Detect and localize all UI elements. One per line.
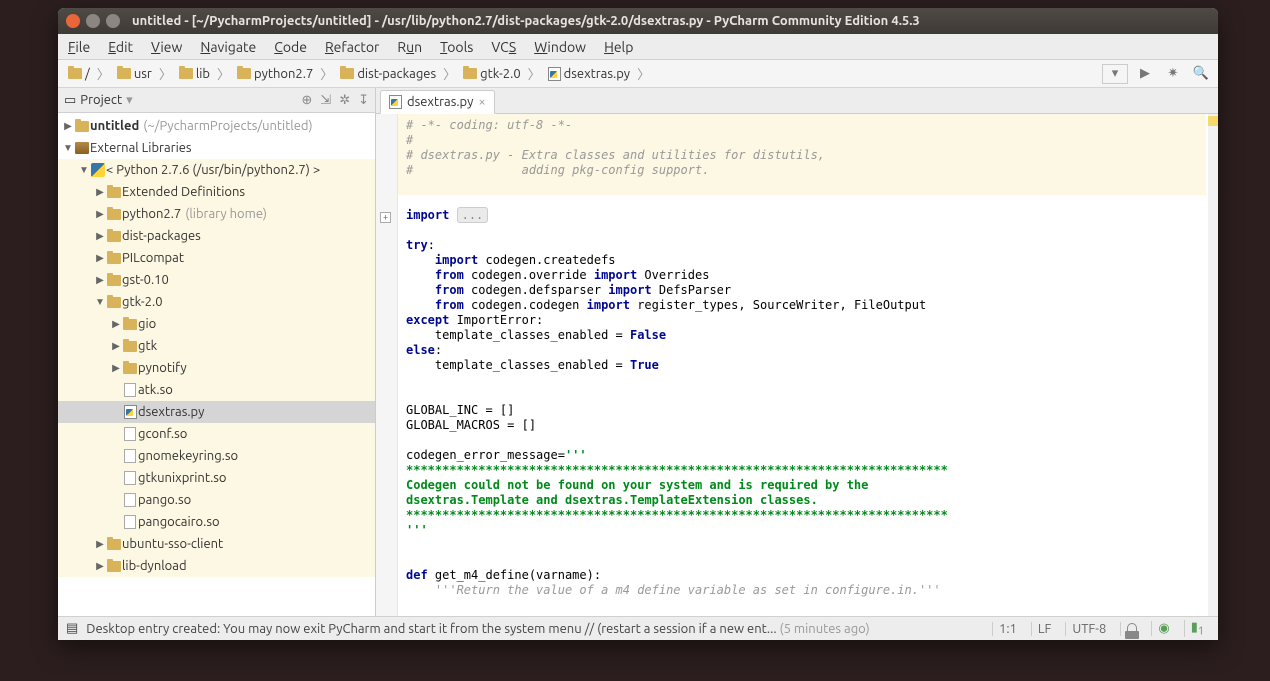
menu-vcs[interactable]: VCS — [491, 39, 516, 55]
code-area[interactable]: # -*- coding: utf-8 -*- # # dsextras.py … — [398, 114, 1218, 602]
tree-file[interactable]: gconf.so — [58, 423, 375, 445]
menu-window[interactable]: Window — [534, 39, 586, 55]
tree-folder[interactable]: dist-packages — [58, 225, 375, 247]
breadcrumb: /〉 usr〉 lib〉 python2.7〉 dist-packages〉 g… — [64, 64, 1102, 83]
statusbar: ▤ Desktop entry created: You may now exi… — [58, 616, 1218, 640]
status-message: Desktop entry created: You may now exit … — [86, 622, 984, 636]
python-file-icon — [389, 95, 402, 109]
editor-tabs: dsextras.py × — [376, 88, 1218, 114]
tree-folder[interactable]: Extended Definitions — [58, 181, 375, 203]
tree-python[interactable]: < Python 2.7.6 (/usr/bin/python2.7) > — [58, 159, 375, 181]
window-close-button[interactable] — [66, 14, 80, 28]
folder-icon — [340, 68, 354, 79]
folder-icon — [463, 68, 477, 79]
app-window: untitled - [~/PycharmProjects/untitled] … — [58, 8, 1218, 640]
bc-file[interactable]: dsextras.py — [544, 65, 634, 83]
tree-folder[interactable]: PILcompat — [58, 247, 375, 269]
bc-gtk[interactable]: gtk-2.0 — [459, 65, 525, 83]
run-config-dropdown[interactable]: ▾ — [1102, 64, 1128, 84]
tree-folder[interactable]: pynotify — [58, 357, 375, 379]
tree-file[interactable]: atk.so — [58, 379, 375, 401]
encoding[interactable]: UTF-8 — [1065, 622, 1112, 636]
tree-folder[interactable]: gtk — [58, 335, 375, 357]
project-icon: ▭ — [64, 93, 76, 108]
scroll-icon[interactable]: ⇲ — [320, 93, 331, 108]
scroll-marker[interactable] — [1208, 114, 1218, 616]
bc-python27[interactable]: python2.7 — [233, 65, 317, 83]
editor-tab[interactable]: dsextras.py × — [380, 90, 495, 114]
folder-icon — [68, 68, 82, 79]
tree-file[interactable]: pangocairo.so — [58, 511, 375, 533]
inspector-icon[interactable]: ◉ — [1151, 621, 1175, 636]
window-title: untitled - [~/PycharmProjects/untitled] … — [132, 14, 920, 28]
menubar: File Edit View Navigate Code Refactor Ru… — [58, 34, 1218, 60]
menu-run[interactable]: Run — [397, 39, 422, 55]
titlebar[interactable]: untitled - [~/PycharmProjects/untitled] … — [58, 8, 1218, 34]
bc-lib[interactable]: lib — [175, 65, 214, 83]
menu-edit[interactable]: Edit — [108, 39, 133, 55]
tree-folder[interactable]: python2.7(library home) — [58, 203, 375, 225]
status-icon[interactable]: ▤ — [66, 621, 78, 636]
tree-folder[interactable]: gst-0.10 — [58, 269, 375, 291]
python-file-icon — [548, 67, 561, 81]
caret-position[interactable]: 1:1 — [992, 622, 1023, 636]
warning-marker[interactable] — [1208, 116, 1218, 126]
menu-code[interactable]: Code — [274, 39, 307, 55]
tree-root[interactable]: untitled(~/PycharmProjects/untitled) — [58, 115, 375, 137]
folder-icon — [117, 68, 131, 79]
bc-dist-packages[interactable]: dist-packages — [336, 65, 440, 83]
tree-file[interactable]: pango.so — [58, 489, 375, 511]
tree-folder[interactable]: ubuntu-sso-client — [58, 533, 375, 555]
menu-file[interactable]: File — [68, 39, 90, 55]
run-button[interactable]: ▶ — [1134, 64, 1156, 84]
hide-icon[interactable]: ↧ — [358, 93, 369, 108]
editor-pane: dsextras.py × + # -*- coding: utf-8 -*- … — [376, 88, 1218, 616]
tree-file[interactable]: gtkunixprint.so — [58, 467, 375, 489]
project-tree[interactable]: untitled(~/PycharmProjects/untitled) Ext… — [58, 113, 375, 616]
menu-view[interactable]: View — [151, 39, 182, 55]
folder-icon — [237, 68, 251, 79]
folder-icon — [179, 68, 193, 79]
menu-help[interactable]: Help — [604, 39, 633, 55]
tab-close-icon[interactable]: × — [478, 95, 485, 109]
tree-folder[interactable]: lib-dynload — [58, 555, 375, 577]
tree-ext-libs[interactable]: External Libraries — [58, 137, 375, 159]
menu-navigate[interactable]: Navigate — [200, 39, 256, 55]
tree-folder-gtk[interactable]: gtk-2.0 — [58, 291, 375, 313]
project-sidebar: ▭ Project ▾ ⊕ ⇲ ✲ ↧ untitled(~/PycharmPr… — [58, 88, 376, 616]
line-ending[interactable]: LF — [1031, 622, 1057, 636]
gutter[interactable]: + — [376, 114, 398, 616]
tab-label: dsextras.py — [407, 95, 473, 109]
search-button[interactable]: 🔍 — [1190, 64, 1212, 84]
breadcrumb-bar: /〉 usr〉 lib〉 python2.7〉 dist-packages〉 g… — [58, 60, 1218, 88]
menu-tools[interactable]: Tools — [440, 39, 473, 55]
tree-file-selected[interactable]: dsextras.py — [58, 401, 375, 423]
settings-icon[interactable]: ✲ — [339, 93, 350, 108]
collapse-icon[interactable]: ⊕ — [301, 93, 312, 108]
toolbar-right: ▾ ▶ ✷ 🔍 — [1102, 64, 1212, 84]
window-minimize-button[interactable] — [86, 14, 100, 28]
tree-folder[interactable]: gio — [58, 313, 375, 335]
window-maximize-button[interactable] — [106, 14, 120, 28]
processes-icon[interactable]: ▮1 — [1184, 620, 1210, 638]
menu-refactor[interactable]: Refactor — [325, 39, 379, 55]
project-panel-title: Project — [80, 93, 122, 107]
tree-file[interactable]: gnomekeyring.so — [58, 445, 375, 467]
project-panel-header[interactable]: ▭ Project ▾ ⊕ ⇲ ✲ ↧ — [58, 88, 375, 113]
fold-toggle[interactable]: + — [380, 212, 391, 223]
readonly-icon[interactable] — [1120, 622, 1143, 636]
debug-button[interactable]: ✷ — [1162, 64, 1184, 84]
bc-usr[interactable]: usr — [113, 65, 156, 83]
bc-root[interactable]: / — [64, 65, 94, 83]
editor[interactable]: + # -*- coding: utf-8 -*- # # dsextras.p… — [376, 114, 1218, 616]
